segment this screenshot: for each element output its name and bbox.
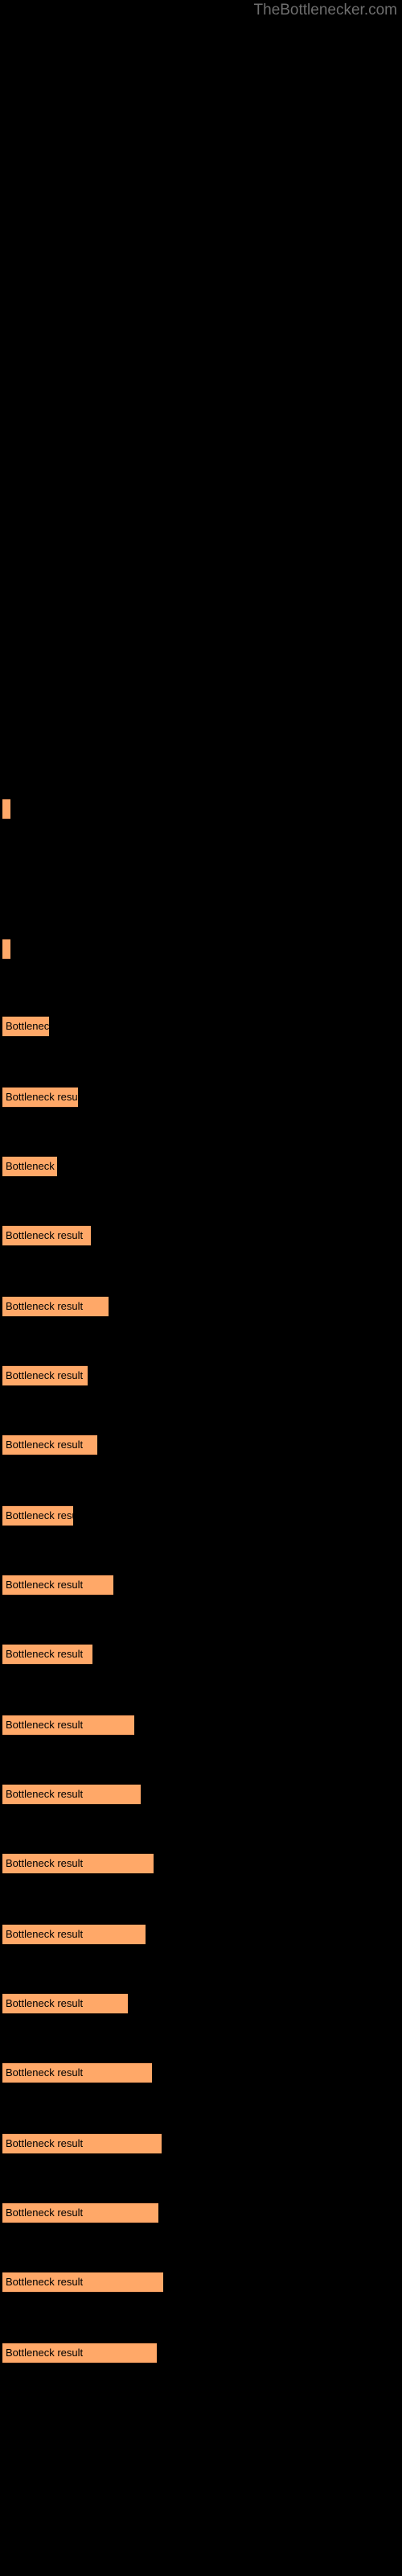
bar-label: Bottleneck result bbox=[6, 1719, 84, 1731]
bar-label: Bottleneck result bbox=[6, 1229, 84, 1241]
bar-21[interactable]: Bottleneck result bbox=[2, 2272, 163, 2293]
bar-label: Bottleneck result bbox=[6, 1091, 78, 1103]
bar-2[interactable]: Bottleneck result bbox=[2, 939, 10, 960]
bar-1[interactable]: Bottleneck result bbox=[2, 799, 10, 819]
bar-label: Bottleneck result bbox=[6, 2137, 84, 2149]
bar-19[interactable]: Bottleneck result bbox=[2, 2133, 162, 2154]
bar-label: Bottleneck result bbox=[6, 2276, 84, 2288]
bar-label: Bottleneck result bbox=[6, 1439, 84, 1451]
bar-label: Bottleneck result bbox=[6, 1648, 84, 1660]
chart-root: TheBottlenecker.com Bottleneck resultBot… bbox=[0, 0, 402, 2576]
bar-18[interactable]: Bottleneck result bbox=[2, 2062, 152, 2083]
bar-22[interactable]: Bottleneck result bbox=[2, 2343, 157, 2363]
bar-8[interactable]: Bottleneck result bbox=[2, 1365, 88, 1386]
bar-label: Bottleneck result bbox=[6, 2347, 84, 2359]
bar-label: Bottleneck result bbox=[6, 2207, 84, 2219]
bar-label: Bottleneck result bbox=[6, 1997, 84, 2009]
bar-16[interactable]: Bottleneck result bbox=[2, 1924, 146, 1945]
bar-15[interactable]: Bottleneck result bbox=[2, 1853, 154, 1874]
bar-label: Bottleneck result bbox=[6, 2066, 84, 2079]
bar-label: Bottleneck result bbox=[6, 1788, 84, 1800]
bar-20[interactable]: Bottleneck result bbox=[2, 2202, 158, 2223]
bar-label: Bottleneck result bbox=[6, 1020, 49, 1032]
bar-chart-plot-area: Bottleneck result Bottleneck result Bottle… bbox=[0, 0, 402, 2576]
bar-7[interactable]: Bottleneck result bbox=[2, 1296, 109, 1317]
bar-label: Bottleneck result bbox=[6, 1160, 57, 1172]
bar-9[interactable]: Bottleneck result bbox=[2, 1435, 97, 1455]
bar-label: Bottleneck result bbox=[6, 1509, 73, 1521]
bar-11[interactable]: Bottleneck result bbox=[2, 1575, 113, 1596]
bar-label: Bottleneck result bbox=[6, 1579, 84, 1591]
bar-label: Bottleneck result bbox=[6, 1369, 84, 1381]
bar-17[interactable]: Bottleneck result bbox=[2, 1993, 128, 2014]
bar-4[interactable]: Bottleneck result bbox=[2, 1087, 78, 1108]
bar-5[interactable]: Bottleneck result bbox=[2, 1156, 57, 1177]
bar-label: Bottleneck result bbox=[6, 1300, 84, 1312]
bar-label: Bottleneck result bbox=[6, 1928, 84, 1940]
bar-label: Bottleneck result bbox=[6, 1857, 84, 1869]
bar-12[interactable]: Bottleneck result bbox=[2, 1644, 92, 1665]
bar-13[interactable]: Bottleneck result bbox=[2, 1715, 134, 1736]
bar-3[interactable]: Bottleneck result bbox=[2, 1016, 49, 1037]
bar-14[interactable]: Bottleneck result bbox=[2, 1784, 141, 1805]
bar-6[interactable]: Bottleneck result bbox=[2, 1225, 91, 1246]
bar-10[interactable]: Bottleneck result bbox=[2, 1505, 73, 1526]
